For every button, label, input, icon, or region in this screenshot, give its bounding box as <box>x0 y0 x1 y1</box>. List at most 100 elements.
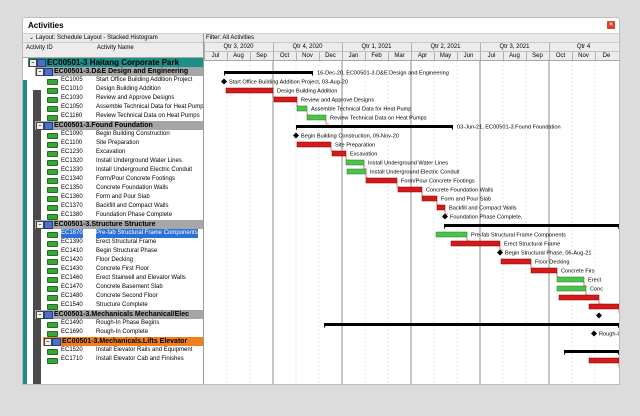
critical-bar <box>421 195 438 202</box>
bar-label: Rough-In <box>599 332 619 338</box>
wbs-row[interactable]: − EC00501-3.D&E Design and Engineering <box>35 67 203 76</box>
activity-row[interactable]: EC1360 Form and Pour Slab <box>23 193 203 202</box>
milestone-icon <box>221 78 227 85</box>
activity-row[interactable]: EC1410 Begin Structural Phase <box>23 247 203 256</box>
bar-label: 03-Jun-21, EC00501-3.Found Foundation <box>457 125 561 131</box>
bar-label: Conc <box>590 287 603 293</box>
wbs-row[interactable]: − EC00501-3.Found Foundation <box>35 121 203 130</box>
critical-bar <box>436 204 446 211</box>
relationship-line <box>444 210 448 215</box>
bar-label: Install Underground Electric Conduit <box>370 170 460 176</box>
title-bar: Activities ✕ <box>23 18 619 34</box>
activity-name: Form and Pour Slab <box>96 194 150 200</box>
activity-row[interactable]: EC1160 Review Technical Data on Heat Pump… <box>23 112 203 121</box>
critical-bar <box>588 303 619 310</box>
bar-label: Backfill and Compact Walls <box>449 206 517 212</box>
activity-row[interactable]: EC1340 Form/Pour Concrete Footings <box>23 175 203 184</box>
activity-row[interactable]: EC1480 Concrete Second Floor <box>23 292 203 301</box>
column-header: Activity ID Activity Name <box>23 43 203 58</box>
activity-bar-icon <box>47 358 58 364</box>
activity-row[interactable]: EC1540 Structure Complete <box>23 301 203 310</box>
wbs-name: EC00501-3.Structure Structure <box>54 221 156 228</box>
activity-row[interactable]: EC1330 Install Underground Electric Condu… <box>23 166 203 175</box>
close-icon[interactable]: ✕ <box>607 21 615 29</box>
wbs-row[interactable]: − EC00501-3.Mechanicals Mechanical/Elec <box>35 310 203 319</box>
collapse-icon[interactable]: − <box>36 311 44 319</box>
collapse-icon[interactable]: − <box>36 68 44 76</box>
activity-row[interactable]: EC1710 Install Elevator Cab and Finishes <box>23 355 203 364</box>
activity-name: Start Office Building Addition Project <box>96 77 193 83</box>
wbs-row[interactable]: − EC00501-3.Structure Structure <box>35 220 203 229</box>
quarter-divider <box>411 43 412 51</box>
collapse-icon[interactable]: − <box>29 59 37 67</box>
activity-row[interactable]: EC1090 Begin Building Construction <box>23 130 203 139</box>
activity-name: Begin Structural Phase <box>96 248 158 254</box>
column-header-activity-id[interactable]: Activity ID <box>26 45 53 51</box>
timeline-month: Apr <box>417 53 428 59</box>
noncritical-bar <box>435 231 468 238</box>
relationship-line <box>396 183 400 188</box>
activity-name: Erect Structural Frame <box>96 239 157 245</box>
activity-row[interactable]: EC1030 Review and Approve Designs <box>23 94 203 103</box>
activity-name: Design Building Addition <box>96 86 161 92</box>
timeline-month: Feb <box>371 53 382 59</box>
relationship-line <box>365 174 369 179</box>
activity-row[interactable]: EC1050 Assemble Technical Data for Heat P… <box>23 103 203 112</box>
activity-row[interactable]: EC1380 Foundation Phase Complete <box>23 211 203 220</box>
layout-bar[interactable]: ⌄ Layout: Schedule Layout - Stacked Hist… <box>23 34 203 43</box>
activity-row[interactable]: EC1420 Floor Decking <box>23 256 203 265</box>
critical-bar <box>296 141 332 148</box>
activity-id: EC1100 <box>61 140 83 146</box>
critical-bar <box>530 267 558 274</box>
activity-name: Concrete Second Floor <box>96 293 158 299</box>
activity-name: Begin Building Construction <box>96 131 170 137</box>
collapse-icon[interactable]: − <box>36 122 44 130</box>
activity-row[interactable]: EC1320 Install Underground Water Lines <box>23 157 203 166</box>
collapse-icon[interactable]: − <box>36 221 44 229</box>
activity-row[interactable]: EC1470 Concrete Basement Slab <box>23 283 203 292</box>
wbs-row[interactable]: − EC00501-3.Mechanicals.Lifts Elevator <box>43 337 203 346</box>
activity-row[interactable]: EC1370 Backfill and Compact Walls <box>23 202 203 211</box>
collapse-icon[interactable]: − <box>44 338 52 346</box>
bar-label: Review and Approve Designs <box>301 98 374 104</box>
relationship-line <box>466 237 470 242</box>
filter-bar: Filter: All Activities <box>204 34 619 43</box>
timeline-month: Nov <box>302 53 313 59</box>
activity-row[interactable]: EC1870 Pre-fab Structural Frame Component… <box>23 229 203 238</box>
activity-row[interactable]: EC1100 Site Preparation <box>23 139 203 148</box>
activity-row[interactable]: EC1005 Start Office Building Addition Pro… <box>23 76 203 85</box>
activity-name: Install Elevator Cab and Finishes <box>96 356 184 362</box>
activity-row[interactable]: EC1460 Erect Stairwell and Elevator Walls <box>23 274 203 283</box>
activity-row[interactable]: EC1350 Concrete Foundation Walls <box>23 184 203 193</box>
activity-row[interactable]: EC1430 Concrete First Floor <box>23 265 203 274</box>
activity-row[interactable]: EC1230 Excavation <box>23 148 203 157</box>
activity-row[interactable]: EC1490 Rough-In Phase Begins <box>23 319 203 328</box>
wbs-row[interactable]: − EC00501-3 Haitang Corporate Park <box>28 58 203 67</box>
month-divider <box>434 52 435 60</box>
quarter-divider <box>549 43 550 51</box>
timeline-quarter: Qtr 4, 2020 <box>292 44 323 50</box>
activity-name: Concrete Basement Slab <box>96 284 163 290</box>
activities-window: Activities ✕ ⌄ Layout: Schedule Layout -… <box>22 17 620 385</box>
timeline-month: Mar <box>394 53 405 59</box>
column-header-activity-name[interactable]: Activity Name <box>97 45 134 51</box>
activity-row[interactable]: EC1390 Erect Structural Frame <box>23 238 203 247</box>
activity-name: Floor Decking <box>96 257 134 263</box>
summary-bar <box>564 350 619 353</box>
critical-bar <box>558 294 600 301</box>
activity-row[interactable]: EC1690 Rough-In Complete <box>23 328 203 337</box>
noncritical-bar <box>346 168 367 175</box>
timeline-quarters: Qtr 3, 2020 Qtr 4, 2020 Qtr 1, 2021 Qtr 2, … <box>204 43 619 52</box>
activity-row[interactable]: EC1010 Design Building Addition <box>23 85 203 94</box>
filter-label: Filter: All Activities <box>206 35 255 41</box>
layout-label: Layout: Schedule Layout - Stacked Histog… <box>35 35 158 41</box>
activity-id: EC1540 <box>61 302 83 308</box>
bar-label: Concrete Foundation Walls <box>426 188 493 194</box>
activity-id: EC1160 <box>61 113 83 119</box>
timeline-month: Jun <box>463 53 474 59</box>
activity-row[interactable]: EC1520 Install Elevator Rails and Equipme… <box>23 346 203 355</box>
timeline-month: Jan <box>348 53 359 59</box>
activity-name: Install Underground Electric Conduit <box>96 167 193 173</box>
activity-id: EC1230 <box>61 149 83 155</box>
wbs-icon <box>37 59 46 67</box>
